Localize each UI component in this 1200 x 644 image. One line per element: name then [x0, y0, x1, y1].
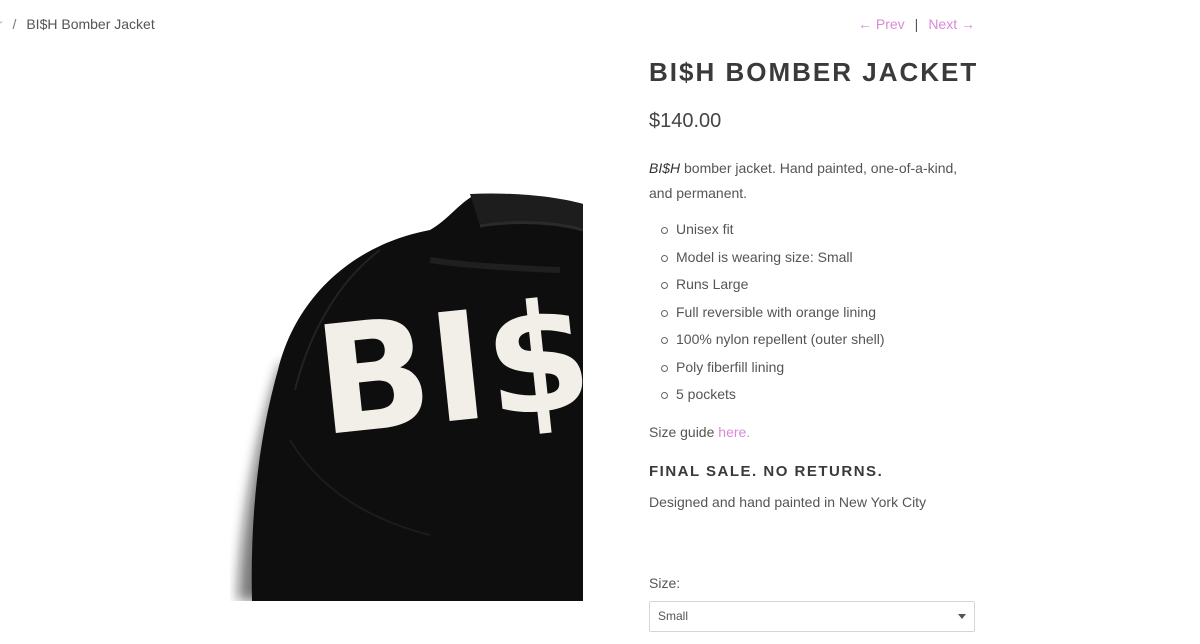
breadcrumb-separator: /	[12, 16, 17, 32]
next-link[interactable]: Next →	[928, 16, 975, 32]
breadcrumb: ar / BI$H Bomber Jacket	[0, 16, 155, 32]
feature-list: Unisex fit Model is wearing size: Small …	[649, 216, 979, 409]
size-label: Size:	[649, 575, 681, 591]
feature-item: Poly fiberfill lining	[661, 354, 979, 382]
product-price: $140.00	[649, 110, 722, 132]
product-image[interactable]: BI$	[230, 190, 583, 601]
feature-item: 100% nylon repellent (outer shell)	[661, 326, 979, 354]
size-guide-text: Size guide	[649, 423, 719, 440]
product-info: BI$H BOMBER JACKET $140.00 BI$H bomber j…	[649, 56, 979, 513]
product-title: BI$H BOMBER JACKET	[649, 57, 979, 87]
feature-item: Unisex fit	[661, 216, 979, 244]
origin-note: Designed and hand painted in New York Ci…	[649, 493, 927, 510]
size-guide-link[interactable]: here.	[718, 424, 750, 440]
breadcrumb-current: BI$H Bomber Jacket	[26, 16, 155, 32]
pager-divider: |	[914, 16, 919, 32]
feature-item: Runs Large	[661, 271, 979, 299]
size-select[interactable]: Small	[649, 601, 975, 632]
jacket-lettering: BI$	[308, 268, 583, 470]
description-brand: BI$H	[649, 160, 681, 176]
size-select-value: Small	[658, 609, 689, 623]
breadcrumb-parent-link[interactable]: ar	[0, 16, 2, 32]
product-page: ar/BI$H Bomber Jacket ← Prev|Next → B	[0, 0, 1200, 644]
product-description: BI$H bomber jacket. Hand painted, one-of…	[649, 156, 979, 206]
description-text: bomber jacket. Hand painted, one-of-a-ki…	[649, 160, 958, 201]
final-sale-notice: FINAL SALE. NO RETURNS.	[649, 462, 884, 480]
feature-item: Full reversible with orange lining	[661, 299, 979, 327]
prev-link[interactable]: ← Prev	[858, 16, 905, 32]
chevron-down-icon	[958, 614, 966, 619]
product-pager: ← Prev | Next →	[858, 16, 975, 32]
feature-item: 5 pockets	[661, 381, 979, 409]
size-guide: Size guide here.	[649, 421, 979, 443]
feature-item: Model is wearing size: Small	[661, 244, 979, 272]
jacket-image: BI$	[238, 193, 583, 601]
